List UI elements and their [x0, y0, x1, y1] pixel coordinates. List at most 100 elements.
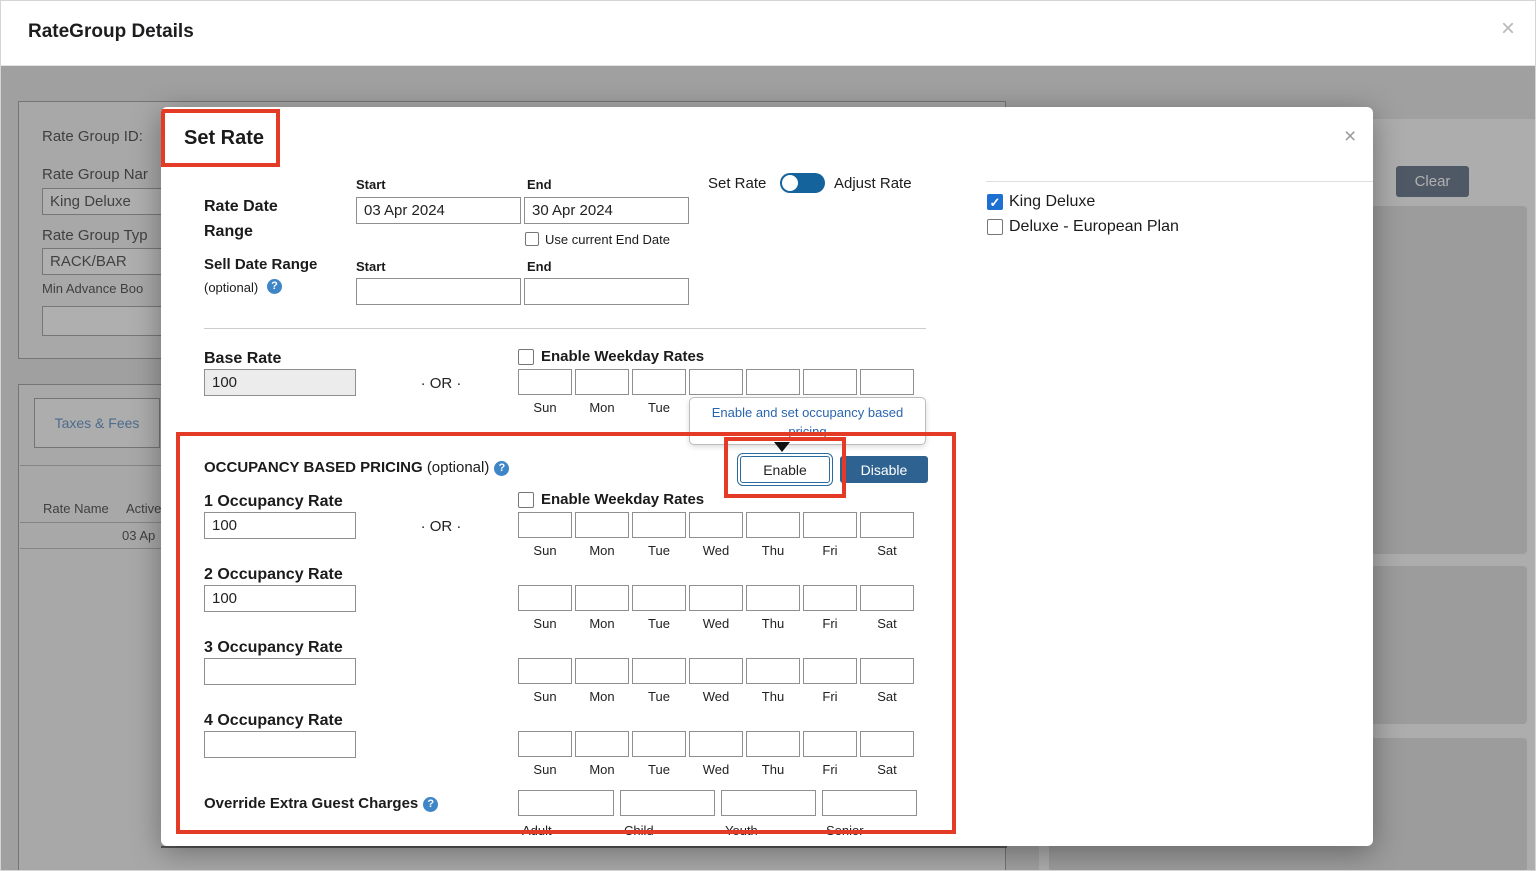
weekday-rate-input[interactable]: [746, 731, 800, 757]
weekday-rate-input[interactable]: [746, 512, 800, 538]
modal-close-icon[interactable]: ×: [1344, 125, 1356, 149]
divider: [204, 328, 926, 329]
day-label: Wed: [689, 616, 743, 631]
weekday-rate-input[interactable]: [746, 369, 800, 395]
weekday-rate-input[interactable]: [689, 658, 743, 684]
day-label: Sun: [518, 616, 572, 631]
rate-date-end-input[interactable]: [524, 197, 689, 224]
sell-date-start-label: Start: [356, 259, 386, 274]
occupancy-weekday-rates-checkbox[interactable]: [518, 492, 534, 508]
occupancy-rate-input[interactable]: [204, 658, 356, 685]
weekday-rate-input[interactable]: [860, 658, 914, 684]
day-label: Sun: [518, 762, 572, 777]
adjust-rate-toggle-label: Adjust Rate: [834, 175, 912, 192]
weekday-rate-input[interactable]: [518, 512, 572, 538]
weekday-rate-input[interactable]: [860, 512, 914, 538]
weekday-rate-input[interactable]: [803, 658, 857, 684]
sell-date-start-input[interactable]: [356, 278, 521, 305]
weekday-rate-input[interactable]: [632, 512, 686, 538]
weekday-rate-input[interactable]: [518, 585, 572, 611]
room-type-checkbox[interactable]: [987, 219, 1003, 235]
base-rate-or-text: · OR ·: [411, 375, 471, 392]
day-label: Fri: [803, 616, 857, 631]
room-type-checkbox-checked[interactable]: ✓: [987, 194, 1003, 210]
disable-button[interactable]: Disable: [840, 456, 928, 483]
weekday-rate-input[interactable]: [803, 512, 857, 538]
sell-date-optional-label: (optional): [204, 280, 258, 295]
day-label: Tue: [632, 543, 686, 558]
weekday-rate-input[interactable]: [632, 731, 686, 757]
base-weekday-rates-checkbox[interactable]: [518, 349, 534, 365]
weekday-rate-input[interactable]: [689, 369, 743, 395]
override-field-label: Senior: [822, 823, 917, 838]
weekday-rate-input[interactable]: [803, 369, 857, 395]
override-inputs: [518, 790, 917, 816]
enable-button[interactable]: Enable: [740, 456, 830, 483]
override-help-icon[interactable]: ?: [423, 797, 438, 812]
weekday-rate-input[interactable]: [803, 731, 857, 757]
sell-date-help-icon[interactable]: ?: [267, 279, 282, 294]
weekday-rate-input[interactable]: [746, 658, 800, 684]
set-rate-toggle-label: Set Rate: [708, 175, 766, 192]
weekday-rate-input[interactable]: [860, 731, 914, 757]
weekday-rate-input[interactable]: [575, 658, 629, 684]
tooltip-caret-icon: [774, 442, 790, 452]
page-title: RateGroup Details: [28, 21, 194, 43]
day-label: Sat: [860, 762, 914, 777]
weekday-rate-input[interactable]: [860, 585, 914, 611]
weekday-rate-input[interactable]: [632, 585, 686, 611]
screen: RateGroup Details × Rate Group ID: Rate …: [0, 0, 1536, 871]
day-label: Sat: [860, 616, 914, 631]
weekday-rate-input[interactable]: [518, 731, 572, 757]
day-label: Sat: [860, 543, 914, 558]
sell-date-end-input[interactable]: [524, 278, 689, 305]
weekday-rate-input[interactable]: [632, 369, 686, 395]
tooltip: Enable and set occupancy based pricing: [689, 397, 926, 445]
weekday-rate-input[interactable]: [575, 585, 629, 611]
base-weekday-inputs: [518, 369, 914, 395]
modal-title: Set Rate: [184, 127, 264, 150]
occupancy-heading-text: OCCUPANCY BASED PRICING: [204, 459, 423, 476]
day-label: Wed: [689, 689, 743, 704]
weekday-rate-input[interactable]: [518, 658, 572, 684]
weekday-rate-input[interactable]: [518, 369, 572, 395]
occupancy-rate-input[interactable]: [204, 585, 356, 612]
base-weekday-rates-label: Enable Weekday Rates: [541, 348, 704, 365]
day-label: Mon: [575, 616, 629, 631]
weekday-rate-input[interactable]: [632, 658, 686, 684]
weekday-rate-input[interactable]: [860, 369, 914, 395]
day-label: Tue: [632, 762, 686, 777]
weekday-rate-input[interactable]: [689, 512, 743, 538]
override-adult-input[interactable]: [518, 790, 614, 816]
day-label: Mon: [575, 400, 629, 415]
day-label: Thu: [746, 762, 800, 777]
day-label: Wed: [689, 762, 743, 777]
day-label: Sat: [860, 689, 914, 704]
room-type-label: King Deluxe: [1009, 193, 1095, 211]
weekday-rate-input[interactable]: [689, 731, 743, 757]
occupancy-help-icon[interactable]: ?: [494, 461, 509, 476]
use-current-end-date-checkbox[interactable]: [525, 232, 539, 246]
weekday-rate-input[interactable]: [575, 731, 629, 757]
occupancy-rate-input[interactable]: [204, 731, 356, 758]
weekday-rate-input[interactable]: [575, 512, 629, 538]
day-label: Wed: [689, 543, 743, 558]
day-label: Tue: [632, 400, 686, 415]
weekday-rate-input[interactable]: [575, 369, 629, 395]
override-youth-input[interactable]: [721, 790, 816, 816]
occupancy-rate-input[interactable]: [204, 512, 356, 539]
weekday-rate-input[interactable]: [689, 585, 743, 611]
sell-date-range-label: Sell Date Range: [204, 256, 317, 273]
day-label: Mon: [575, 762, 629, 777]
override-senior-input[interactable]: [822, 790, 917, 816]
rate-mode-toggle[interactable]: [780, 173, 825, 193]
weekday-rate-input[interactable]: [803, 585, 857, 611]
rate-date-end-label: End: [527, 177, 552, 192]
close-icon[interactable]: ×: [1501, 15, 1515, 43]
base-rate-input[interactable]: [204, 369, 356, 396]
override-child-input[interactable]: [620, 790, 715, 816]
rate-date-start-input[interactable]: [356, 197, 521, 224]
weekday-rate-input[interactable]: [746, 585, 800, 611]
override-field-label: Child: [620, 823, 715, 838]
occupancy-weekday-labels: SunMonTueWedThuFriSat: [518, 543, 914, 558]
